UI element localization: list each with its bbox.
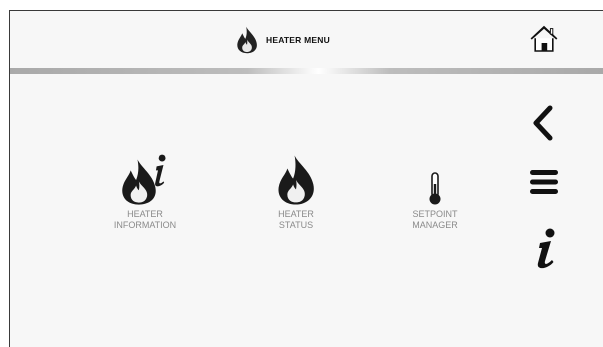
header-divider — [10, 68, 603, 74]
flame-icon — [237, 26, 257, 54]
home-icon — [530, 25, 558, 52]
chevron-left-icon — [533, 105, 553, 141]
setpoint-manager-button[interactable]: SETPOINT MANAGER — [390, 148, 480, 231]
thermometer-icon — [427, 148, 443, 206]
heater-status-label: HEATER STATUS — [278, 209, 314, 230]
header-title-group: HEATER MENU — [234, 26, 330, 54]
heater-information-label: HEATER INFORMATION — [113, 209, 177, 230]
info-button[interactable] — [531, 228, 559, 270]
screen-frame: HEATER MENU HEATER INFORMATION HEATER ST… — [9, 10, 603, 347]
setpoint-manager-label: SETPOINT MANAGER — [412, 209, 458, 230]
main-menu-button[interactable] — [529, 169, 559, 195]
page-title: HEATER MENU — [266, 35, 330, 45]
heater-information-button[interactable]: HEATER INFORMATION — [100, 148, 190, 231]
flame-icon — [274, 148, 318, 206]
heater-status-button[interactable]: HEATER STATUS — [251, 148, 341, 231]
home-button[interactable] — [528, 23, 560, 55]
flame-info-icon — [121, 148, 169, 206]
back-button[interactable] — [530, 105, 556, 141]
header-bar: HEATER MENU — [10, 11, 603, 68]
info-icon — [537, 228, 555, 269]
hamburger-menu-icon — [530, 170, 558, 194]
